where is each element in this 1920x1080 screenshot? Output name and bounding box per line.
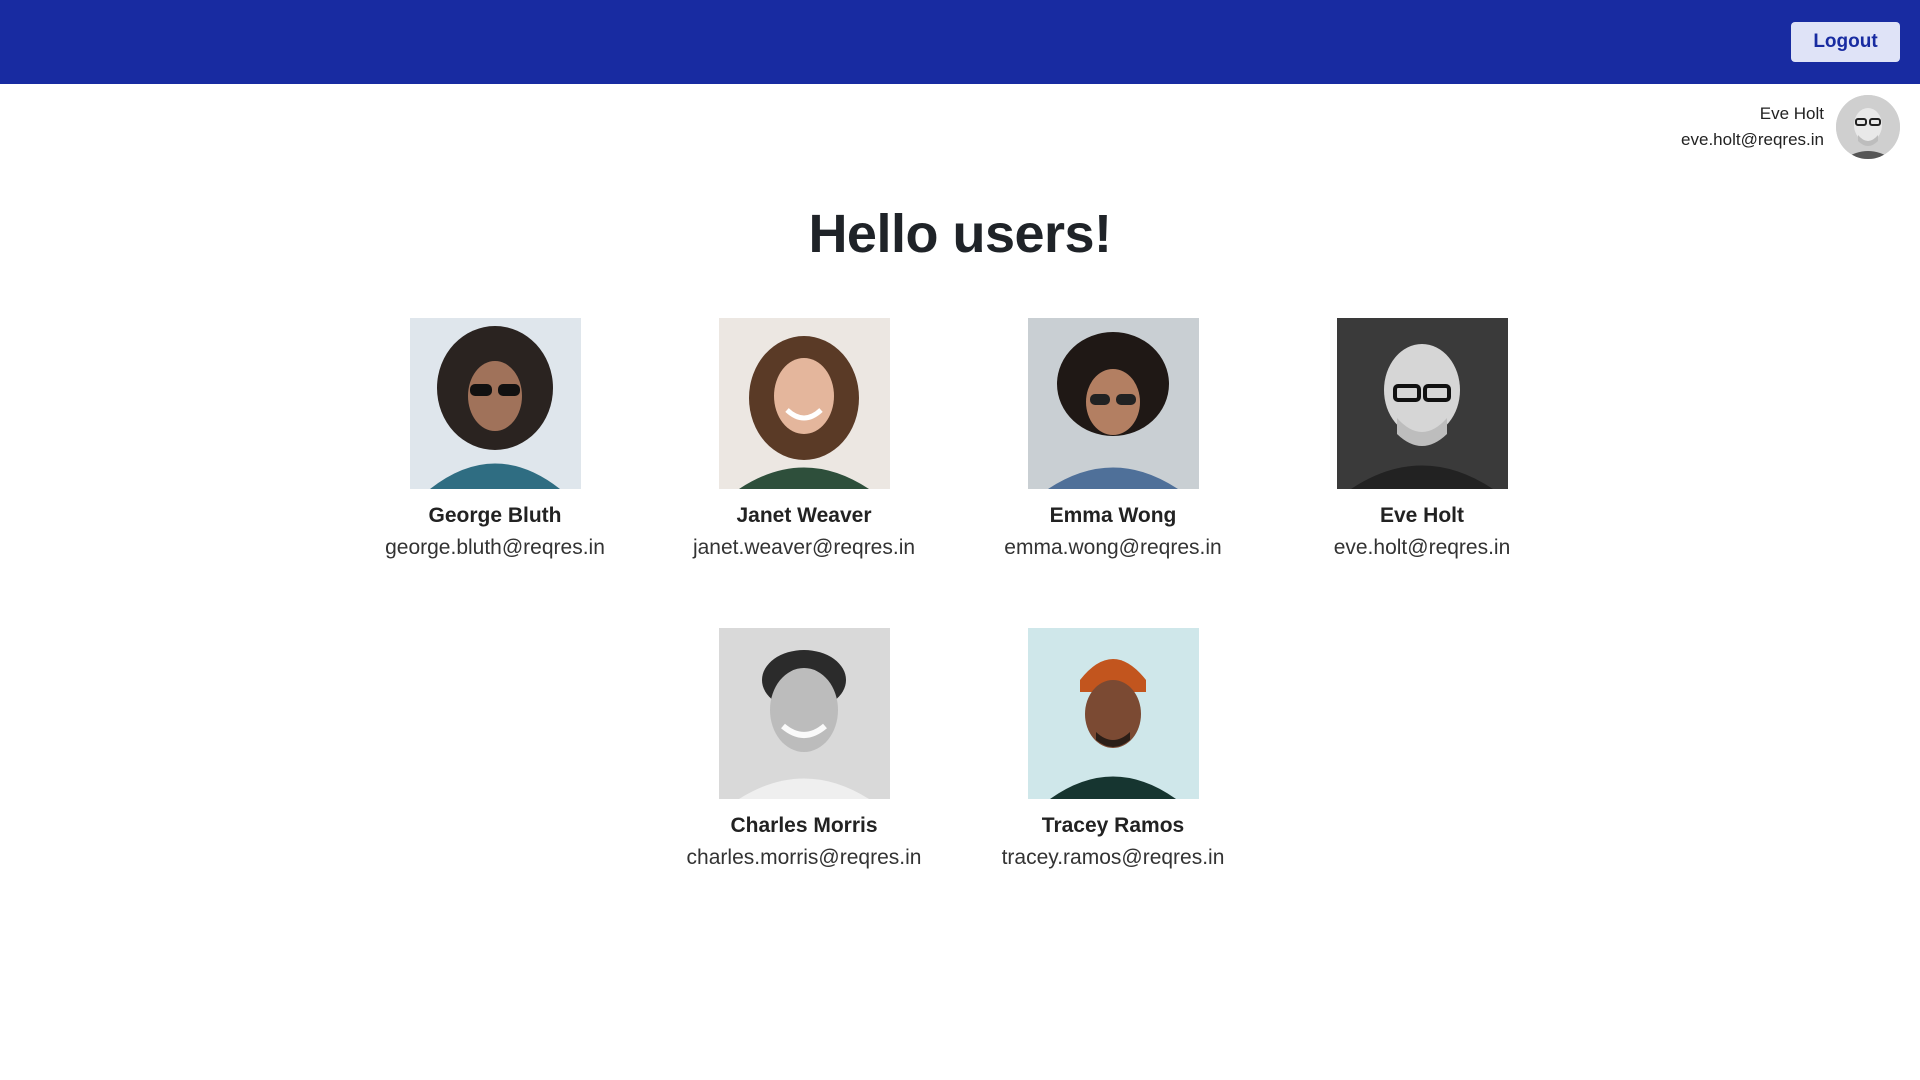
avatar-photo-icon — [718, 628, 890, 799]
user-photo — [1027, 628, 1199, 799]
user-photo — [1027, 318, 1199, 489]
avatar-photo-icon — [718, 318, 890, 489]
user-photo — [718, 318, 890, 489]
user-email: tracey.ramos@reqres.in — [1001, 846, 1225, 869]
user-email: george.bluth@reqres.in — [385, 536, 605, 559]
user-email: janet.weaver@reqres.in — [692, 536, 916, 559]
user-card: Tracey Ramos tracey.ramos@reqres.in — [958, 628, 1268, 871]
user-email: emma.wong@reqres.in — [1004, 536, 1222, 559]
user-card: Charles Morris charles.morris@reqres.in — [649, 628, 959, 871]
user-name: Tracey Ramos — [1041, 814, 1185, 837]
user-card: Janet Weaver janet.weaver@reqres.in — [649, 318, 959, 561]
page-title: Hello users! — [808, 204, 1112, 264]
user-card: Eve Holt eve.holt@reqres.in — [1267, 318, 1577, 561]
user-email: charles.morris@reqres.in — [686, 846, 922, 869]
top-navigation-bar: Logout — [0, 0, 1920, 84]
user-name: Charles Morris — [730, 814, 878, 837]
current-user-name: Eve Holt — [1759, 104, 1824, 123]
current-user-email: eve.holt@reqres.in — [1681, 130, 1824, 149]
user-photo — [409, 318, 581, 489]
user-photo — [718, 628, 890, 799]
avatar-photo-icon — [1336, 318, 1508, 489]
logout-button[interactable]: Logout — [1791, 22, 1900, 62]
avatar-photo-icon — [1836, 95, 1900, 159]
user-photo — [1336, 318, 1508, 489]
current-user-info: Eve Holt eve.holt@reqres.in — [1681, 95, 1900, 159]
user-name: Eve Holt — [1379, 504, 1465, 527]
user-name: George Bluth — [428, 504, 562, 527]
avatar-photo-icon — [1027, 318, 1199, 489]
avatar-photo-icon — [409, 318, 581, 489]
current-user-meta: Eve Holt eve.holt@reqres.in — [1681, 101, 1824, 153]
user-card: Emma Wong emma.wong@reqres.in — [958, 318, 1268, 561]
user-email: eve.holt@reqres.in — [1333, 536, 1511, 559]
avatar-photo-icon — [1027, 628, 1199, 799]
current-user-avatar — [1836, 95, 1900, 159]
user-name: Janet Weaver — [736, 504, 872, 527]
user-name: Emma Wong — [1049, 504, 1177, 527]
user-card: George Bluth george.bluth@reqres.in — [340, 318, 650, 561]
